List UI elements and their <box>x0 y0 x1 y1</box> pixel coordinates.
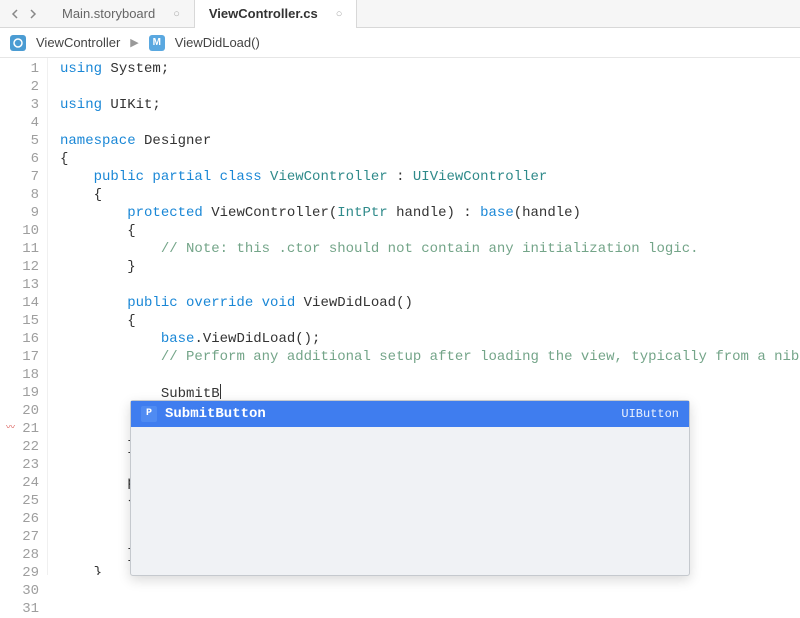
code-line[interactable]: // Perform any additional setup after lo… <box>60 348 800 366</box>
code-line[interactable]: public partial class ViewController : UI… <box>60 168 800 186</box>
code-line[interactable]: namespace Designer <box>60 132 800 150</box>
line-number: 22 <box>0 438 47 456</box>
nav-forward-button[interactable] <box>24 5 42 23</box>
code-line[interactable]: protected ViewController(IntPtr handle) … <box>60 204 800 222</box>
line-number: 27 <box>0 528 47 546</box>
line-number: 2 <box>0 78 47 96</box>
line-number: 6 <box>0 150 47 168</box>
tab-label: Main.storyboard <box>62 6 155 21</box>
code-line[interactable] <box>60 366 800 384</box>
line-number-gutter: 123456789101112131415161718192021〰222324… <box>0 58 48 575</box>
line-number: 23 <box>0 456 47 474</box>
code-line[interactable]: { <box>60 150 800 168</box>
code-line[interactable]: { <box>60 222 800 240</box>
line-number: 28 <box>0 546 47 564</box>
line-number: 24 <box>0 474 47 492</box>
line-number: 25 <box>0 492 47 510</box>
tab-viewcontroller[interactable]: ViewController.cs ○ <box>195 0 358 28</box>
line-number: 21〰 <box>0 420 47 438</box>
code-line[interactable]: } <box>60 258 800 276</box>
tab-label: ViewController.cs <box>209 6 318 21</box>
code-line[interactable]: public override void ViewDidLoad() <box>60 294 800 312</box>
line-number: 11 <box>0 240 47 258</box>
line-number: 13 <box>0 276 47 294</box>
line-number: 18 <box>0 366 47 384</box>
code-line[interactable]: using UIKit; <box>60 96 800 114</box>
code-line[interactable]: { <box>60 186 800 204</box>
line-number: 8 <box>0 186 47 204</box>
tab-nav <box>0 5 48 23</box>
line-number: 9 <box>0 204 47 222</box>
close-icon[interactable]: ○ <box>336 8 343 20</box>
chevron-right-icon <box>29 9 37 19</box>
chevron-left-icon <box>11 9 19 19</box>
line-number: 17 <box>0 348 47 366</box>
code-line[interactable] <box>60 78 800 96</box>
tab-main-storyboard[interactable]: Main.storyboard ○ <box>48 0 195 28</box>
line-number: 12 <box>0 258 47 276</box>
close-icon[interactable]: ○ <box>173 8 180 20</box>
autocomplete-type: UIButton <box>621 405 679 423</box>
line-number: 7 <box>0 168 47 186</box>
error-icon: 〰 <box>6 419 15 437</box>
breadcrumb-class[interactable]: ViewController <box>36 35 120 50</box>
line-number: 1 <box>0 60 47 78</box>
code-line[interactable]: using System; <box>60 60 800 78</box>
line-number: 31 <box>0 600 47 618</box>
nav-back-button[interactable] <box>6 5 24 23</box>
line-number: 3 <box>0 96 47 114</box>
code-line[interactable]: base.ViewDidLoad(); <box>60 330 800 348</box>
breadcrumb-separator-icon: ▶ <box>130 36 138 49</box>
autocomplete-body <box>131 427 689 575</box>
line-number: 5 <box>0 132 47 150</box>
code-editor[interactable]: 123456789101112131415161718192021〰222324… <box>0 58 800 575</box>
line-number: 16 <box>0 330 47 348</box>
breadcrumb: ViewController ▶ M ViewDidLoad() <box>0 28 800 58</box>
line-number: 30 <box>0 582 47 600</box>
line-number: 10 <box>0 222 47 240</box>
text-caret <box>220 384 221 399</box>
line-number: 20 <box>0 402 47 420</box>
line-number: 15 <box>0 312 47 330</box>
line-number: 26 <box>0 510 47 528</box>
class-icon <box>10 35 26 51</box>
autocomplete-item[interactable]: P SubmitButton UIButton <box>131 401 689 427</box>
autocomplete-popup[interactable]: P SubmitButton UIButton <box>130 400 690 576</box>
autocomplete-label: SubmitButton <box>165 405 621 423</box>
line-number: 4 <box>0 114 47 132</box>
line-number: 29 <box>0 564 47 582</box>
line-number: 14 <box>0 294 47 312</box>
code-line[interactable] <box>60 114 800 132</box>
code-line[interactable]: { <box>60 312 800 330</box>
property-icon: P <box>141 406 157 422</box>
tab-bar: Main.storyboard ○ ViewController.cs ○ <box>0 0 800 28</box>
code-line[interactable] <box>60 276 800 294</box>
breadcrumb-method[interactable]: ViewDidLoad() <box>175 35 260 50</box>
method-icon: M <box>149 35 165 51</box>
line-number: 19 <box>0 384 47 402</box>
code-line[interactable]: // Note: this .ctor should not contain a… <box>60 240 800 258</box>
